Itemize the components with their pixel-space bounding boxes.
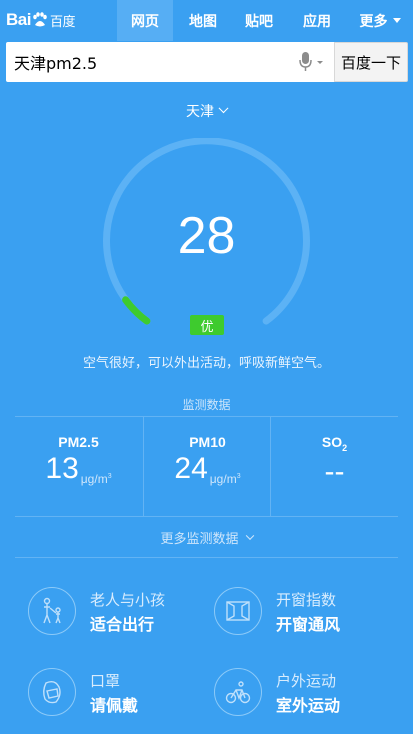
advice-value: 开窗通风 — [276, 615, 341, 634]
pollutant-value: -- — [324, 454, 345, 488]
advice-mask: 口罩 请佩戴 — [28, 668, 218, 728]
advice-label: 户外运动 — [276, 672, 337, 690]
unit-superscript: 3 — [107, 473, 112, 480]
tab-web[interactable]: 网页 — [117, 0, 173, 41]
air-quality-tip: 空气很好，可以外出活动，呼吸新鲜空气。 — [82, 356, 330, 371]
pollutant-name-text: SO — [321, 434, 343, 450]
voice-search-button[interactable] — [289, 42, 334, 82]
pollutant-unit: μg/m3 — [81, 472, 112, 486]
tab-apps-label: 应用 — [303, 13, 331, 30]
advice-label: 老人与小孩 — [90, 591, 166, 609]
divider — [15, 516, 398, 517]
cycling-icon — [214, 668, 262, 716]
pollutant-so2: SO2 -- — [271, 430, 398, 515]
elderly-child-icon — [28, 587, 76, 635]
monitor-section-title: 监测数据 — [182, 398, 231, 412]
tab-tieba[interactable]: 贴吧 — [233, 0, 285, 41]
tab-map-label: 地图 — [189, 13, 217, 30]
pollutant-value: 24 — [174, 452, 208, 485]
aqi-value: 28 — [177, 207, 236, 265]
city-selector[interactable]: 天津 — [0, 101, 413, 121]
divider — [15, 416, 398, 417]
pollutant-name: SO2 — [271, 434, 398, 453]
pollutant-name-subscript: 2 — [342, 442, 348, 453]
chevron-down-icon — [218, 103, 229, 114]
unit-superscript: 3 — [236, 473, 241, 480]
advice-value: 请佩戴 — [90, 696, 139, 715]
tab-web-label: 网页 — [131, 13, 159, 30]
more-monitor-data-label: 更多监测数据 — [160, 532, 239, 547]
paw-icon — [33, 12, 47, 27]
logo-text-chinese: 百度 — [49, 13, 76, 29]
pollutant-pm10: PM10 24 μg/m3 — [144, 430, 271, 515]
search-input[interactable] — [6, 42, 334, 82]
unit-text: μg/m — [209, 472, 237, 486]
advice-elderly-children: 老人与小孩 适合出行 — [28, 587, 218, 647]
search-button[interactable]: 百度一下 — [334, 42, 408, 82]
air-quality-level-badge: 优 — [190, 315, 224, 335]
tab-more[interactable]: 更多 — [350, 0, 410, 41]
mask-icon — [28, 668, 76, 716]
pollutant-value: 13 — [45, 452, 79, 485]
tab-more-label: 更多 — [359, 13, 388, 30]
divider — [15, 557, 398, 558]
pollutant-pm25: PM2.5 13 μg/m3 — [15, 430, 142, 515]
top-navigation: Bai 百度 网页 地图 贴吧 应用 更多 — [0, 0, 413, 41]
microphone-icon — [298, 52, 323, 71]
advice-label: 开窗指数 — [276, 591, 337, 609]
advice-window: 开窗指数 开窗通风 — [214, 587, 404, 647]
tab-tieba-label: 贴吧 — [245, 13, 273, 30]
pollutant-unit: μg/m3 — [210, 472, 241, 486]
gauge-progress — [122, 296, 151, 325]
logo-text-latin: Bai — [6, 10, 31, 29]
baidu-logo[interactable]: Bai 百度 — [6, 7, 84, 33]
chevron-down-icon — [245, 531, 254, 540]
advice-value: 适合出行 — [90, 615, 155, 634]
search-bar: 百度一下 — [6, 42, 408, 82]
pollutant-name: PM10 — [189, 434, 226, 450]
caret-down-icon — [392, 18, 401, 23]
tab-map[interactable]: 地图 — [177, 0, 229, 41]
advice-outdoor-sports: 户外运动 室外运动 — [214, 668, 404, 728]
unit-text: μg/m — [80, 472, 108, 486]
tab-apps[interactable]: 应用 — [291, 0, 343, 41]
city-label: 天津 — [186, 104, 214, 120]
pollutant-name: PM2.5 — [58, 434, 99, 450]
advice-label: 口罩 — [90, 672, 121, 690]
advice-value: 室外运动 — [276, 696, 341, 715]
more-monitor-data-link[interactable]: 更多监测数据 — [0, 528, 413, 547]
window-icon — [214, 587, 262, 635]
